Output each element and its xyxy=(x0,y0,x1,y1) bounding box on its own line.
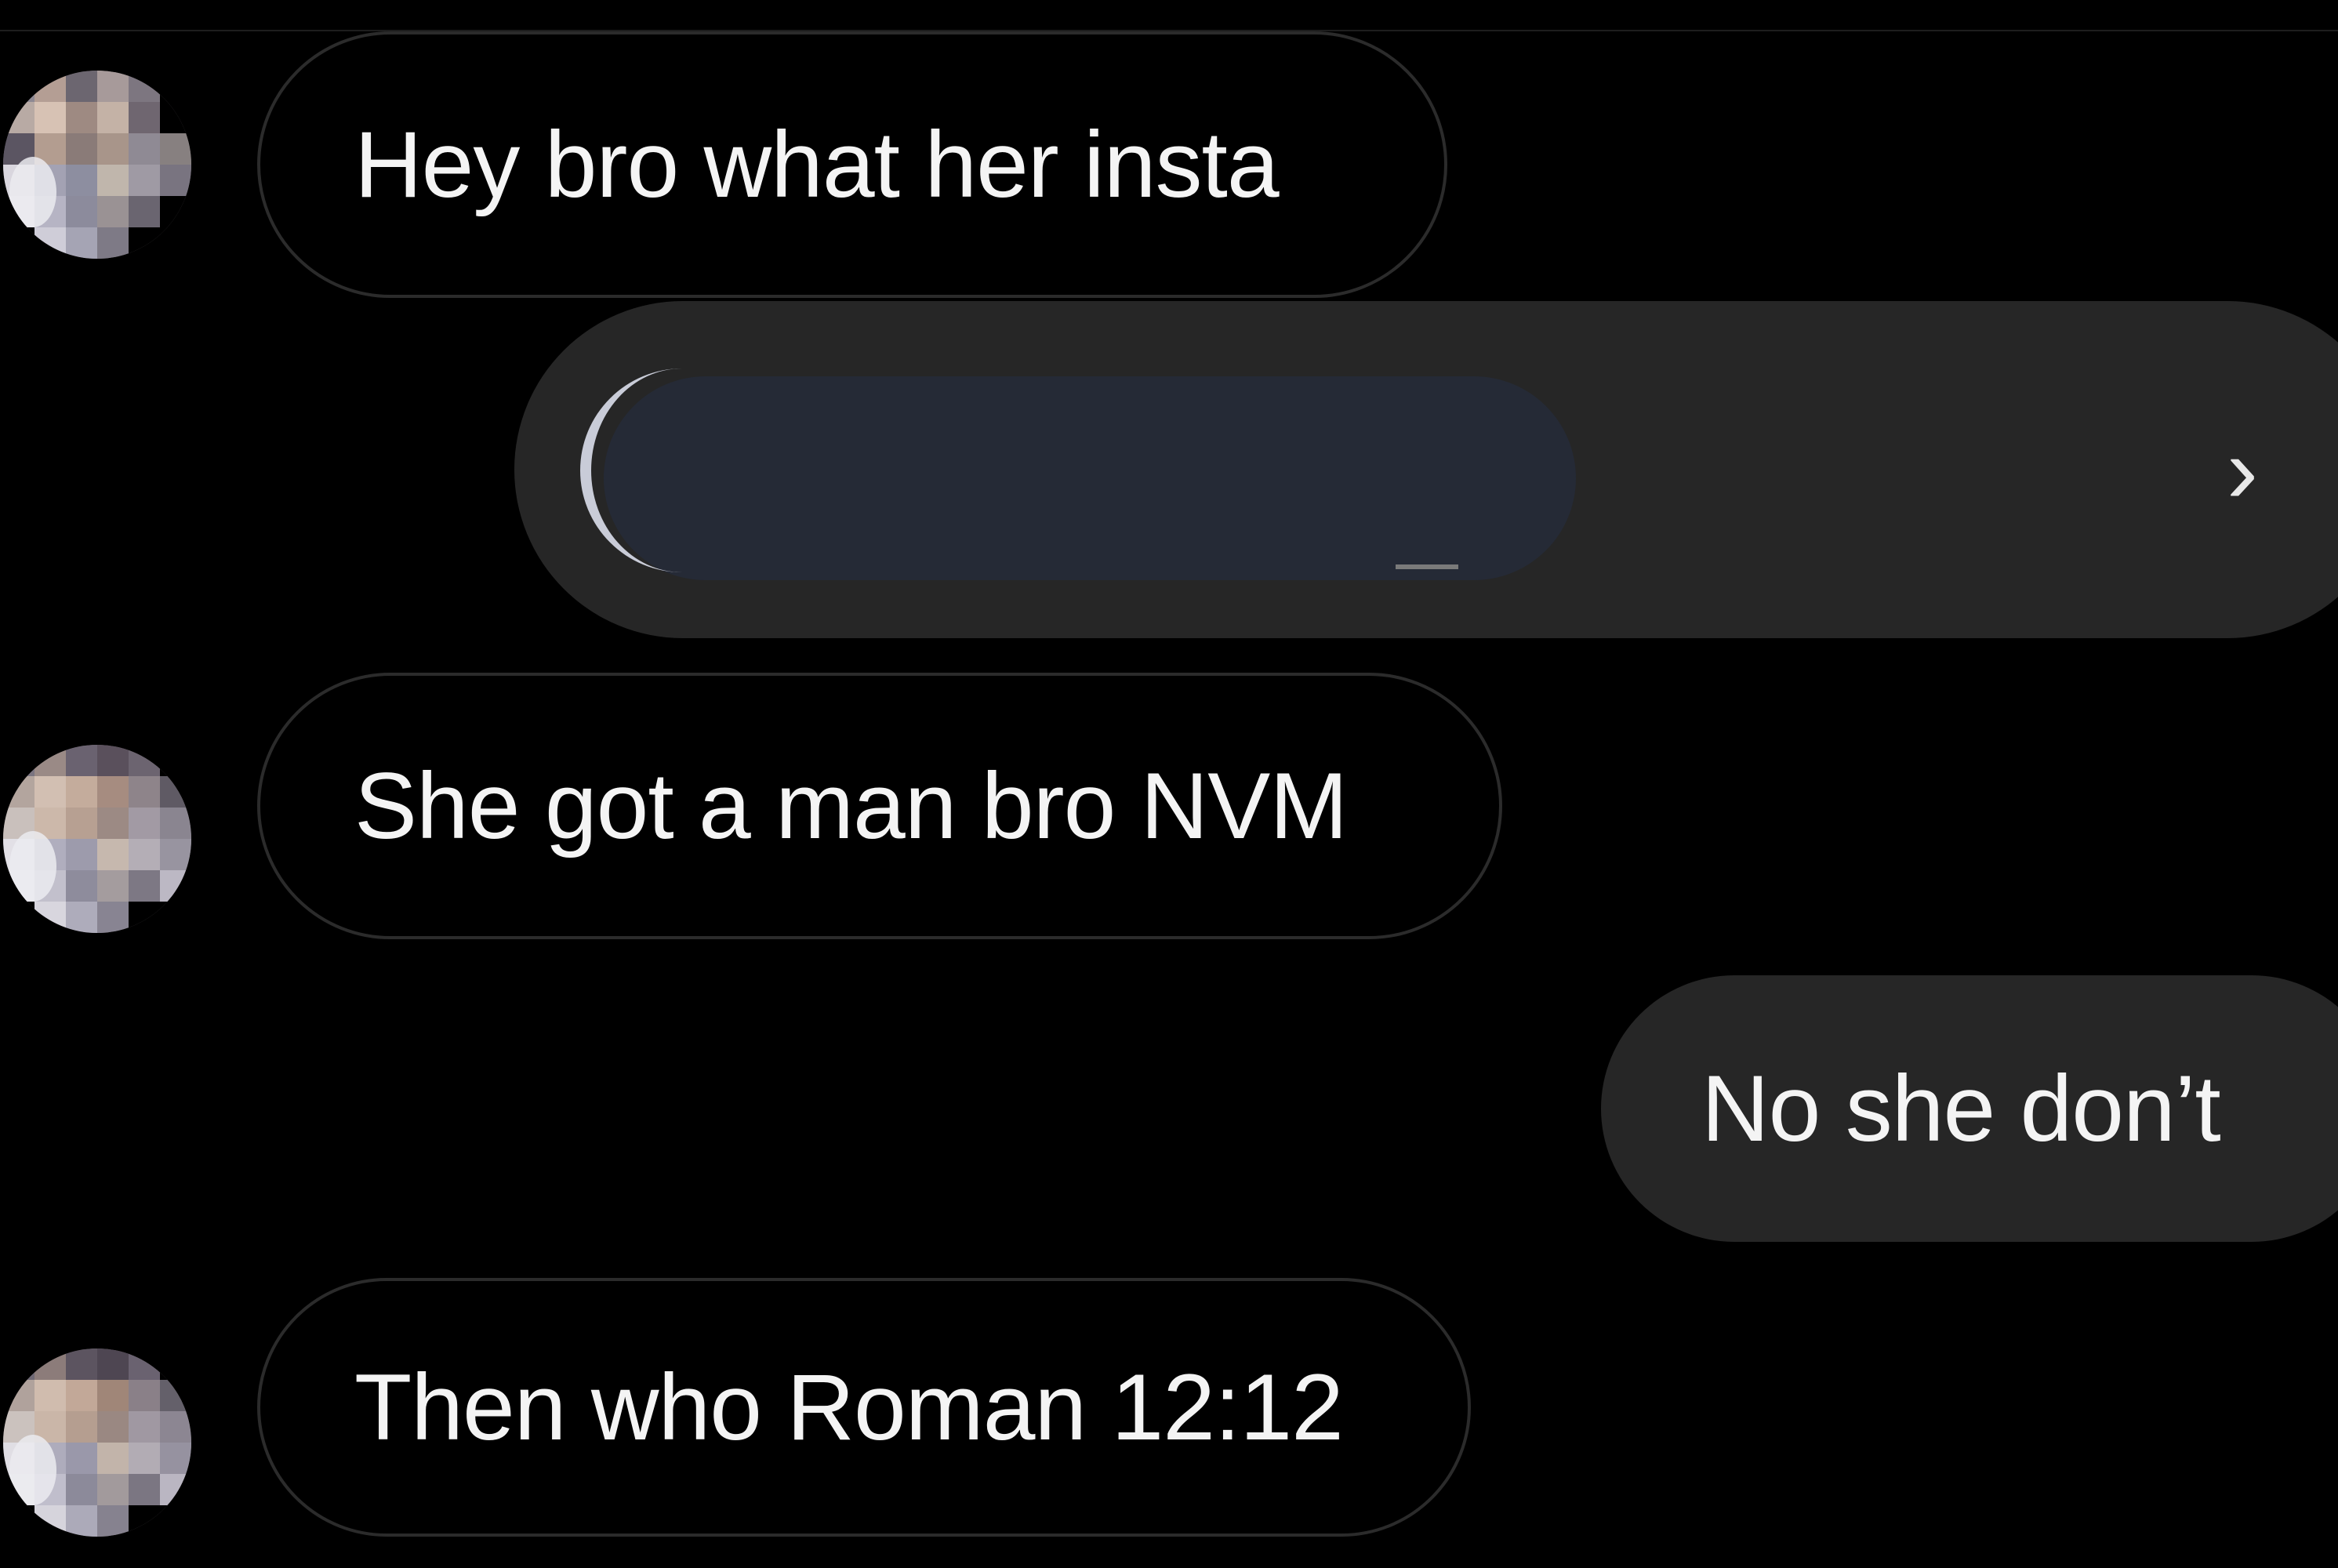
redaction-mark xyxy=(1396,564,1458,569)
incoming-message-bubble[interactable]: Hey bro what her insta xyxy=(257,31,1447,298)
message-text: She got a man bro NVM xyxy=(354,753,1348,858)
message-text: No she don’t xyxy=(1701,1056,2221,1161)
avatar-highlight xyxy=(9,1435,56,1505)
incoming-message-bubble[interactable]: Then who Roman 12:12 xyxy=(257,1278,1471,1537)
incoming-message-bubble[interactable]: She got a man bro NVM xyxy=(257,673,1502,939)
sender-avatar-icon[interactable] xyxy=(3,71,191,259)
avatar-highlight xyxy=(9,831,56,902)
shared-profile-avatar-icon xyxy=(580,368,784,572)
chevron-right-icon[interactable]: › xyxy=(2227,423,2258,517)
outgoing-message-bubble[interactable]: No she don’t xyxy=(1601,975,2338,1242)
message-thread: Hey bro what her insta › She got a man b… xyxy=(0,0,2338,1568)
sender-avatar-icon[interactable] xyxy=(3,1348,191,1537)
sender-avatar-icon[interactable] xyxy=(3,745,191,933)
avatar-highlight xyxy=(9,157,56,227)
message-text: Hey bro what her insta xyxy=(354,112,1280,217)
message-text: Then who Roman 12:12 xyxy=(354,1355,1344,1460)
